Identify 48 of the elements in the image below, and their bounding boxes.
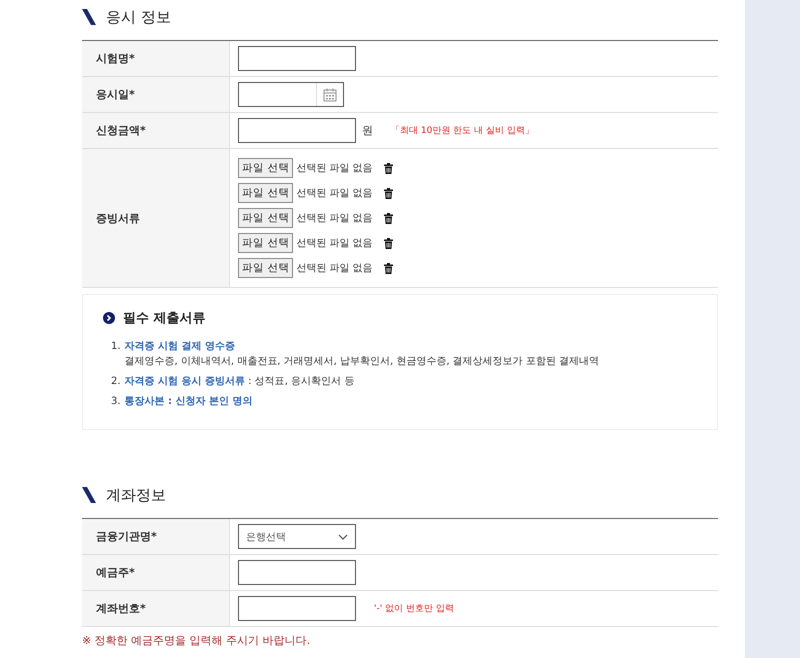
field-label: 증빙서류: [96, 210, 140, 226]
list-number: 1.: [111, 340, 121, 354]
field-label: 계좌번호*: [96, 601, 146, 616]
choose-file-button[interactable]: 파일 선택: [238, 258, 294, 278]
field-label: 예금주*: [96, 565, 135, 580]
file-status: 선택된 파일 없음: [296, 212, 373, 225]
document-name: 자격증 시험 결제 영수증: [124, 341, 235, 352]
field-label: 금융기관명*: [96, 529, 157, 544]
list-number: 3.: [111, 395, 121, 409]
choose-file-button[interactable]: 파일 선택: [238, 158, 294, 178]
trash-icon[interactable]: [384, 262, 393, 274]
field-label: 응시일*: [96, 87, 135, 102]
unit-label: 원: [362, 123, 373, 138]
document-examples: 결제영수증, 이체내역서, 매출전표, 거래명세서, 납부확인서, 현금영수증, 결제상세정보가 포함된 결제내역: [124, 355, 600, 369]
file-status: 선택된 파일 없음: [296, 237, 373, 250]
input-field[interactable]: [238, 46, 356, 71]
slash-icon: [82, 9, 96, 25]
footnote: ※ 정확한 예금주명을 입력해 주시기 바랍니다.: [82, 633, 312, 648]
trash-icon[interactable]: [384, 238, 393, 248]
bank-select[interactable]: 은행선택: [238, 524, 356, 549]
file-status: 선택된 파일 없음: [296, 162, 373, 175]
choose-file-button[interactable]: 파일 선택: [238, 208, 294, 228]
section-title: 계좌정보: [106, 486, 166, 504]
notice-title: 필수 제출서류: [123, 310, 206, 327]
field-label: 시험명*: [96, 51, 135, 66]
trash-icon[interactable]: [384, 162, 393, 174]
document-name: 통장사본 : 신청자 본인 명의: [124, 396, 252, 407]
input-field[interactable]: [238, 560, 356, 585]
field-label: 신청금액*: [96, 123, 146, 138]
choose-file-button[interactable]: 파일 선택: [238, 183, 294, 203]
document-examples: : 성적표, 응시확인서 등: [247, 376, 354, 387]
slash-icon: [82, 487, 96, 503]
input-field[interactable]: [238, 596, 356, 621]
section-title: 응시 정보: [106, 8, 171, 26]
date-field[interactable]: [238, 82, 344, 107]
hint-text: '-' 없이 번호만 입력: [374, 603, 454, 615]
choose-file-button[interactable]: 파일 선택: [238, 233, 294, 253]
chevron-circle-icon: [103, 312, 115, 324]
input-field[interactable]: [238, 118, 356, 143]
chevron-down-icon: [338, 534, 348, 540]
trash-icon[interactable]: [384, 212, 393, 224]
document-name: 자격증 시험 응시 증빙서류: [124, 376, 245, 387]
hint-text: 「최대 10만원 한도 내 실비 입력」: [391, 124, 534, 137]
file-status: 선택된 파일 없음: [296, 262, 373, 275]
calendar-icon[interactable]: [323, 88, 337, 102]
list-number: 2.: [111, 375, 121, 389]
file-status: 선택된 파일 없음: [296, 187, 373, 200]
trash-icon[interactable]: [384, 188, 393, 198]
